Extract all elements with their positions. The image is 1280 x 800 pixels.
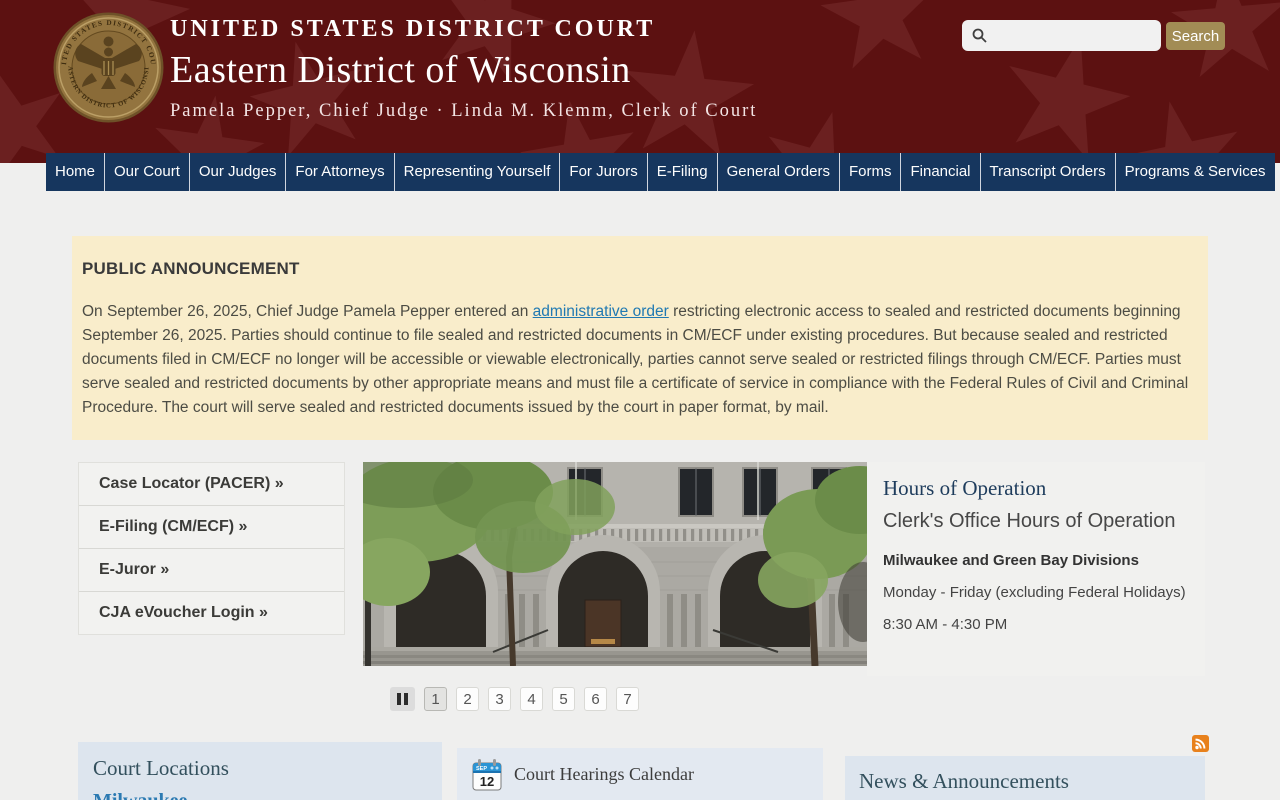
judges-tagline: Pamela Pepper, Chief Judge · Linda M. Kl… (170, 101, 758, 121)
nav-item-general-orders[interactable]: General Orders (716, 153, 839, 191)
announcement-heading: PUBLIC ANNOUNCEMENT (82, 259, 300, 278)
search-input[interactable] (962, 20, 1161, 51)
hours-heading-link[interactable]: Hours of Operation (883, 476, 1191, 501)
search-button[interactable]: Search (1166, 22, 1225, 50)
carousel-page-6-button[interactable]: 6 (584, 687, 607, 711)
carousel-page-3-button[interactable]: 3 (488, 687, 511, 711)
carousel-page-5-button[interactable]: 5 (552, 687, 575, 711)
quick-link-pacer[interactable]: Case Locator (PACER) » (79, 463, 344, 505)
carousel-pause-button[interactable] (390, 687, 415, 711)
news-announcements-panel: News & Announcements (845, 756, 1205, 800)
rss-icon[interactable] (1192, 735, 1209, 752)
court-locations-panel: Court Locations Milwaukee (78, 742, 442, 800)
hours-days: Monday - Friday (excluding Federal Holid… (883, 584, 1186, 601)
star-decoration (1108, 88, 1256, 163)
calendar-icon: SEP 12 (472, 758, 502, 790)
court-seal: UNITED STATES DISTRICT COURT EASTERN DIS… (52, 11, 164, 123)
carousel-page-4-button[interactable]: 4 (520, 687, 543, 711)
nav-item-our-judges[interactable]: Our Judges (188, 153, 286, 191)
site-subtitle: Eastern District of Wisconsin (170, 49, 631, 91)
announcement-body: On September 26, 2025, Chief Judge Pamel… (82, 300, 1198, 420)
calendar-day: 12 (480, 774, 494, 789)
pause-icon (397, 693, 401, 705)
calendar-month: SEP (476, 766, 487, 772)
court-hearings-calendar-panel: SEP 12 Court Hearings Calendar (457, 748, 823, 800)
hours-subheading: Clerk's Office Hours of Operation (883, 510, 1176, 532)
nav-item-e-filing[interactable]: E-Filing (646, 153, 717, 191)
news-heading: News & Announcements (859, 769, 1069, 793)
courthouse-photo (363, 462, 867, 666)
star-decoration (812, 0, 948, 83)
carousel-page-7-button[interactable]: 7 (616, 687, 639, 711)
nav-item-financial[interactable]: Financial (900, 153, 980, 191)
hearings-calendar-link[interactable]: Court Hearings Calendar (514, 764, 694, 785)
pause-icon (404, 693, 408, 705)
nav-item-for-jurors[interactable]: For Jurors (559, 153, 647, 191)
nav-item-for-attorneys[interactable]: For Attorneys (285, 153, 394, 191)
carousel-pager: 1 2 3 4 5 6 7 (390, 687, 639, 711)
carousel-page-1-button[interactable]: 1 (424, 687, 447, 711)
hours-times: 8:30 AM - 4:30 PM (883, 616, 1008, 633)
hours-divisions: Milwaukee and Green Bay Divisions (883, 552, 1139, 569)
quick-link-ejuror[interactable]: E-Juror » (79, 548, 344, 591)
location-link-milwaukee[interactable]: Milwaukee (93, 790, 442, 800)
site-title: UNITED STATES DISTRICT COURT (170, 16, 656, 42)
administrative-order-link[interactable]: administrative order (533, 303, 669, 320)
nav-item-transcript-orders[interactable]: Transcript Orders (979, 153, 1115, 191)
nav-item-forms[interactable]: Forms (838, 153, 901, 191)
nav-item-our-court[interactable]: Our Court (104, 153, 189, 191)
nav-item-programs-services[interactable]: Programs & Services (1114, 153, 1275, 191)
site-header: UNITED STATES DISTRICT COURT EASTERN DIS… (0, 0, 1280, 163)
hours-of-operation-panel: Hours of Operation Clerk's Office Hours … (867, 462, 1205, 676)
carousel-page-2-button[interactable]: 2 (456, 687, 479, 711)
quick-link-cmecf[interactable]: E-Filing (CM/ECF) » (79, 505, 344, 548)
announcement-text-before: On September 26, 2025, Chief Judge Pamel… (82, 303, 533, 320)
masthead: UNITED STATES DISTRICT COURT Eastern Dis… (170, 16, 757, 122)
search-box (962, 20, 1161, 51)
nav-item-home[interactable]: Home (46, 153, 105, 191)
public-announcement-panel: PUBLIC ANNOUNCEMENT On September 26, 202… (72, 236, 1208, 440)
main-nav: Home Our Court Our Judges For Attorneys … (46, 153, 1275, 191)
court-locations-heading: Court Locations (93, 756, 229, 780)
quick-links-sidebar: Case Locator (PACER) » E-Filing (CM/ECF)… (78, 462, 345, 635)
nav-item-representing-yourself[interactable]: Representing Yourself (393, 153, 560, 191)
quick-link-cja-evoucher[interactable]: CJA eVoucher Login » (79, 591, 344, 634)
